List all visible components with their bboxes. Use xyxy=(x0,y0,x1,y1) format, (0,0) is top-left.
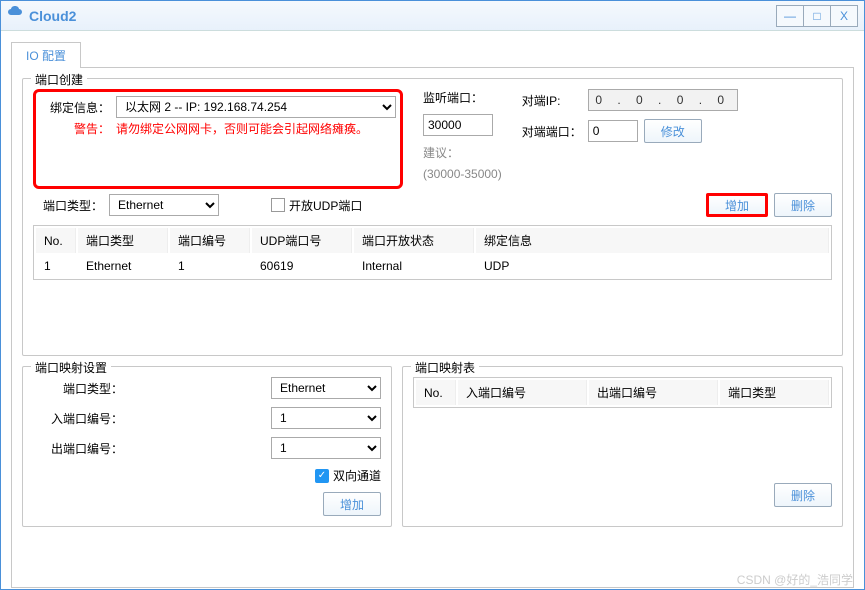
mcol-in: 入端口编号 xyxy=(458,380,587,405)
port-map-table-group: 端口映射表 No. 入端口编号 出端口编号 端口类型 xyxy=(402,366,843,527)
window-title: Cloud2 xyxy=(29,8,76,24)
mapset-add-button[interactable]: 增加 xyxy=(323,492,381,516)
mapset-out-label: 出端口编号： xyxy=(33,440,123,457)
listen-port-group: 监听端口： 建议： (30000-35000) xyxy=(423,89,502,189)
mcol-out: 出端口编号 xyxy=(589,380,718,405)
port-type-select[interactable]: Ethernet xyxy=(109,194,219,216)
maximize-button[interactable]: □ xyxy=(803,5,831,27)
maptable-delete-button[interactable]: 删除 xyxy=(774,483,832,507)
bind-info-select[interactable]: 以太网 2 -- IP: 192.168.74.254 xyxy=(116,96,396,118)
warn-label: 警告： xyxy=(40,120,110,137)
port-type-label: 端口类型： xyxy=(33,197,103,214)
maptable-legend: 端口映射表 xyxy=(411,359,479,376)
mapset-out-select[interactable]: 1 xyxy=(271,437,381,459)
mapset-in-select[interactable]: 1 xyxy=(271,407,381,429)
port-map-settings-group: 端口映射设置 端口类型： Ethernet 入端口编号： 1 出端口编号： xyxy=(22,366,392,527)
mapset-legend: 端口映射设置 xyxy=(31,359,111,376)
peer-ip-input[interactable]: 0 . 0 . 0 . 0 xyxy=(588,89,738,111)
peer-ip-label: 对端IP: xyxy=(522,92,582,109)
suggest-range: (30000-35000) xyxy=(423,167,502,181)
delete-port-button[interactable]: 删除 xyxy=(774,193,832,217)
mcol-type: 端口类型 xyxy=(720,380,829,405)
map-table: No. 入端口编号 出端口编号 端口类型 xyxy=(413,377,832,408)
bind-info-label: 绑定信息： xyxy=(40,99,110,116)
app-logo-icon xyxy=(7,5,23,26)
listen-port-input[interactable] xyxy=(423,114,493,136)
col-num: 端口编号 xyxy=(170,228,250,253)
peer-group: 对端IP: 0 . 0 . 0 . 0 对端端口： 修改 xyxy=(522,89,738,189)
mapset-type-label: 端口类型： xyxy=(33,380,123,397)
listen-port-label: 监听端口： xyxy=(423,89,483,106)
mapset-type-select[interactable]: Ethernet xyxy=(271,377,381,399)
mapset-in-label: 入端口编号： xyxy=(33,410,123,427)
peer-port-label: 对端端口： xyxy=(522,123,582,140)
port-create-legend: 端口创建 xyxy=(31,71,87,88)
tab-io-config[interactable]: IO 配置 xyxy=(11,42,81,68)
col-status: 端口开放状态 xyxy=(354,228,474,253)
warn-text: 请勿绑定公网网卡，否则可能会引起网络瘫痪。 xyxy=(116,120,368,137)
table-row[interactable]: 1 Ethernet 1 60619 Internal UDP xyxy=(36,255,829,277)
mcol-no: No. xyxy=(416,380,456,405)
suggest-label: 建议： xyxy=(423,144,459,161)
port-create-group: 端口创建 绑定信息： 以太网 2 -- IP: 192.168.74.254 警… xyxy=(22,78,843,356)
col-bind: 绑定信息 xyxy=(476,228,829,253)
col-no: No. xyxy=(36,228,76,253)
bind-highlight-box: 绑定信息： 以太网 2 -- IP: 192.168.74.254 警告： 请勿… xyxy=(33,89,403,189)
minimize-button[interactable]: — xyxy=(776,5,804,27)
port-table: No. 端口类型 端口编号 UDP端口号 端口开放状态 绑定信息 1 xyxy=(33,225,832,280)
bidir-checkbox[interactable]: ✓ 双向通道 xyxy=(315,467,381,484)
titlebar: Cloud2 — □ X xyxy=(1,1,864,31)
modify-button[interactable]: 修改 xyxy=(644,119,702,143)
checkbox-icon xyxy=(271,198,285,212)
peer-port-input[interactable] xyxy=(588,120,638,142)
col-type: 端口类型 xyxy=(78,228,168,253)
watermark: CSDN @好的_浩同学 xyxy=(737,571,853,588)
check-icon: ✓ xyxy=(315,469,329,483)
open-udp-checkbox[interactable]: 开放UDP端口 xyxy=(271,197,362,214)
col-udp: UDP端口号 xyxy=(252,228,352,253)
close-button[interactable]: X xyxy=(830,5,858,27)
add-port-button[interactable]: 增加 xyxy=(706,193,768,217)
